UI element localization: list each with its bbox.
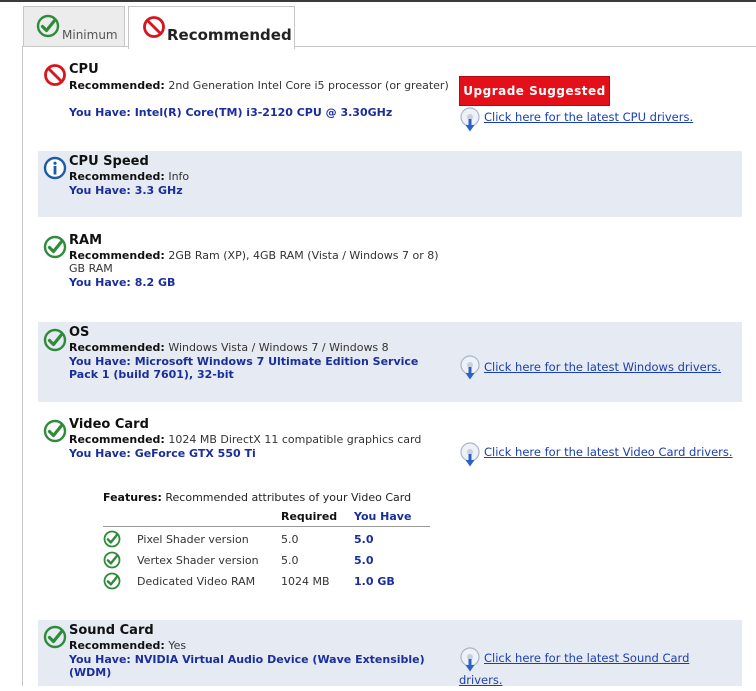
feature-you-have: 5.0 (354, 533, 374, 546)
table-row: Dedicated Video RAM 1024 MB 1.0 GB (103, 574, 430, 594)
feature-required: 1024 MB (281, 575, 330, 588)
windows-driver-link[interactable]: Click here for the latest Windows driver… (484, 356, 756, 378)
tab-bar: Minimum Recommended (0, 2, 756, 49)
upgrade-suggested-button[interactable]: Upgrade Suggested (459, 76, 610, 106)
table-row: Pixel Shader version 5.0 5.0 (103, 532, 430, 552)
sound-card-driver-link[interactable]: Click here for the latest Sound Card dri… (459, 647, 709, 691)
tab-recommended[interactable]: Recommended (128, 6, 295, 49)
panel-border (22, 46, 23, 686)
feature-you-have: 5.0 (354, 554, 374, 567)
check-icon (43, 328, 67, 352)
you-have-text: You Have: GeForce GTX 550 Ti (69, 447, 256, 460)
video-card-driver-link[interactable]: Click here for the latest Video Card dri… (484, 441, 756, 463)
recommended-text: Recommended: Info (69, 170, 190, 183)
check-icon (103, 530, 121, 548)
section-title: Video Card (69, 417, 149, 432)
recommended-text: Recommended: Windows Vista / Windows 7 /… (69, 341, 389, 354)
section-title: CPU (69, 62, 99, 77)
features-header-row: Required You Have (103, 510, 430, 527)
feature-name: Dedicated Video RAM (137, 575, 256, 588)
you-have-text: You Have: Intel(R) Core(TM) i3-2120 CPU … (69, 106, 393, 119)
recommended-text: Recommended: 2GB Ram (XP), 4GB RAM (Vist… (69, 249, 439, 275)
no-icon (43, 63, 67, 87)
check-icon (103, 572, 121, 590)
you-have-text: You Have: 3.3 GHz (69, 184, 183, 197)
recommended-text: Recommended: Yes (69, 639, 187, 652)
info-icon (43, 156, 67, 180)
section-title: OS (69, 325, 90, 340)
you-have-text: You Have: 8.2 GB (69, 276, 176, 289)
section-sound-card: Sound Card Recommended: Yes You Have: NV… (38, 620, 742, 687)
check-icon (43, 419, 67, 443)
feature-required: 5.0 (281, 554, 299, 567)
tab-minimum[interactable]: Minimum (23, 6, 125, 47)
check-icon (43, 235, 67, 259)
recommended-text: Recommended: 1024 MB DirectX 11 compatib… (69, 433, 422, 446)
feature-you-have: 1.0 GB (354, 575, 395, 588)
table-row: Vertex Shader version 5.0 5.0 (103, 553, 430, 573)
section-cpu: CPU Recommended: 2nd Generation Intel Co… (38, 56, 742, 146)
section-title: CPU Speed (69, 154, 149, 169)
features-table: Required You Have Pixel Shader version 5… (103, 510, 430, 527)
section-title: RAM (69, 233, 103, 248)
feature-name: Vertex Shader version (137, 554, 259, 567)
recommended-text: Recommended: 2nd Generation Intel Core i… (69, 79, 449, 92)
features-heading: Features: Recommended attributes of your… (103, 491, 412, 504)
download-icon[interactable] (459, 442, 481, 468)
check-icon (103, 551, 121, 569)
download-icon[interactable] (459, 355, 481, 381)
section-os: OS Recommended: Windows Vista / Windows … (38, 322, 742, 402)
you-have-text: You Have: Microsoft Windows 7 Ultimate E… (69, 355, 419, 381)
column-you-have: You Have (354, 510, 412, 523)
tab-recommended-label: Recommended (167, 26, 292, 44)
no-icon (142, 15, 166, 39)
section-title: Sound Card (69, 623, 154, 638)
video-card-features: Features: Recommended attributes of your… (103, 491, 433, 504)
feature-name: Pixel Shader version (137, 533, 249, 546)
tab-minimum-label: Minimum (62, 28, 118, 42)
feature-required: 5.0 (281, 533, 299, 546)
check-icon (43, 625, 67, 649)
column-required: Required (281, 510, 338, 523)
check-icon (36, 14, 60, 38)
you-have-text: You Have: NVIDIA Virtual Audio Device (W… (69, 653, 425, 679)
section-ram: RAM Recommended: 2GB Ram (XP), 4GB RAM (… (38, 228, 742, 316)
cpu-driver-link[interactable]: Click here for the latest CPU drivers. (484, 106, 756, 128)
download-icon[interactable] (459, 107, 481, 133)
section-cpu-speed: CPU Speed Recommended: Info You Have: 3.… (38, 151, 742, 217)
